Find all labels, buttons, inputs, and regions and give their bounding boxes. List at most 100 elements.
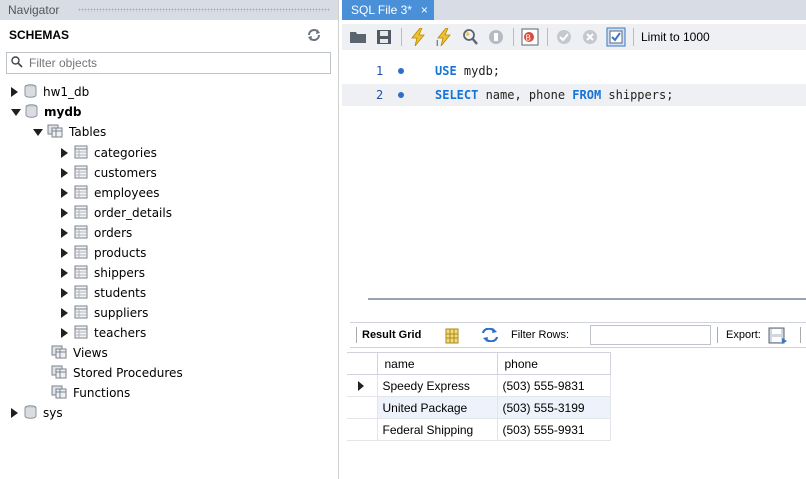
stop-icon[interactable] [486, 27, 506, 47]
database-icon [24, 404, 37, 422]
table-item-products[interactable]: products [61, 243, 146, 263]
collapse-arrow-icon[interactable] [33, 128, 43, 136]
expand-arrow-icon[interactable] [61, 188, 68, 198]
tab-label: SQL File 3* [351, 3, 412, 17]
expand-arrow-icon[interactable] [61, 308, 68, 318]
expand-arrow-icon[interactable] [61, 208, 68, 218]
table-label: shippers [94, 266, 145, 280]
close-icon[interactable]: × [421, 3, 428, 17]
expand-arrow-icon[interactable] [61, 168, 68, 178]
grid-view-icon[interactable] [445, 328, 459, 347]
export-icon[interactable] [768, 326, 788, 349]
editor-results-splitter[interactable] [368, 298, 806, 300]
table-item-categories[interactable]: categories [61, 143, 157, 163]
stored-procedures-folder[interactable]: Stored Procedures [51, 363, 183, 383]
navigator-title: Navigator [8, 3, 60, 17]
export-label: Export: [726, 329, 761, 341]
table-item-orders[interactable]: orders [61, 223, 132, 243]
folder-views-icon [51, 345, 67, 362]
table-label: categories [94, 146, 157, 160]
column-header[interactable]: phone [496, 352, 611, 375]
table-icon [74, 325, 88, 342]
open-folder-icon[interactable] [348, 27, 368, 47]
code-text: SELECT name, phone FROM shippers; [435, 88, 673, 102]
table-icon [74, 145, 88, 162]
filter-objects-input[interactable] [29, 55, 325, 71]
schema-label: mydb [44, 105, 82, 119]
tables-folder[interactable]: Tables [33, 122, 106, 142]
expand-arrow-icon[interactable] [61, 228, 68, 238]
filter-rows-label: Filter Rows: [511, 329, 570, 341]
table-row[interactable]: Speedy Express (503) 555-9831 [347, 374, 611, 397]
expand-arrow-icon[interactable] [61, 248, 68, 258]
editor-toolbar: I B Limit to 1000 [342, 24, 806, 50]
execute-current-icon[interactable]: I [434, 27, 454, 47]
row-gutter[interactable] [347, 396, 378, 419]
table-label: customers [94, 166, 157, 180]
views-folder[interactable]: Views [51, 343, 108, 363]
table-cell[interactable]: United Package [376, 396, 498, 419]
table-row[interactable]: United Package (503) 555-3199 [347, 396, 611, 419]
sql-text: mydb; [456, 64, 501, 78]
refresh-icon[interactable] [307, 29, 321, 41]
schema-hw1-db[interactable]: hw1_db [11, 82, 89, 102]
result-grid-tab[interactable]: Result Grid [362, 329, 421, 341]
schema-mydb[interactable]: mydb [11, 102, 82, 122]
schemas-label: SCHEMAS [9, 28, 70, 42]
expand-arrow-icon[interactable] [61, 288, 68, 298]
expand-arrow-icon[interactable] [11, 408, 18, 418]
functions-folder[interactable]: Functions [51, 383, 130, 403]
table-cell[interactable]: (503) 555-9931 [496, 418, 611, 441]
expand-arrow-icon[interactable] [61, 328, 68, 338]
filter-rows-input[interactable] [590, 325, 711, 345]
code-editor[interactable]: 1 USE mydb; 2 SELECT name, phone FROM sh… [342, 54, 806, 294]
table-label: products [94, 246, 147, 260]
toggle-error-icon[interactable]: B [520, 27, 540, 47]
tab-sql-file-3[interactable]: SQL File 3* × [342, 0, 434, 20]
expand-arrow-icon[interactable] [61, 268, 68, 278]
expand-arrow-icon[interactable] [11, 87, 18, 97]
table-cell[interactable]: Federal Shipping [376, 418, 498, 441]
table-cell[interactable]: (503) 555-9831 [496, 374, 611, 397]
table-label: employees [94, 186, 160, 200]
row-gutter[interactable] [347, 374, 378, 397]
table-cell[interactable]: Speedy Express [376, 374, 498, 397]
limit-rows-select[interactable]: Limit to 1000 [641, 30, 710, 44]
table-item-students[interactable]: students [61, 283, 146, 303]
result-grid[interactable]: name phone Speedy Express (503) 555-9831… [347, 352, 612, 441]
table-label: suppliers [94, 306, 149, 320]
table-item-order-details[interactable]: order_details [61, 203, 172, 223]
table-item-suppliers[interactable]: suppliers [61, 303, 148, 323]
save-icon[interactable] [374, 27, 394, 47]
code-line-1[interactable]: 1 USE mydb; [342, 60, 806, 82]
table-item-teachers[interactable]: teachers [61, 323, 146, 343]
expand-arrow-icon[interactable] [61, 148, 68, 158]
table-cell[interactable]: (503) 555-3199 [496, 396, 611, 419]
line-number: 2 [376, 88, 384, 102]
code-line-2[interactable]: 2 SELECT name, phone FROM shippers; [342, 84, 806, 106]
sql-editor-area: SQL File 3* × I B Limit to 1000 1 USE my… [342, 0, 806, 479]
table-row[interactable]: Federal Shipping (503) 555-9931 [347, 418, 611, 441]
collapse-arrow-icon[interactable] [11, 108, 21, 116]
table-item-shippers[interactable]: shippers [61, 263, 145, 283]
table-item-customers[interactable]: customers [61, 163, 157, 183]
sql-keyword: SELECT [435, 88, 479, 102]
statement-marker-icon [398, 92, 404, 98]
row-gutter-header [347, 352, 378, 375]
row-gutter[interactable] [347, 418, 378, 441]
filter-objects-box[interactable] [6, 52, 331, 74]
table-icon [74, 265, 88, 282]
rollback-icon[interactable] [580, 27, 600, 47]
explain-magnifier-icon[interactable] [460, 27, 480, 47]
schema-sys[interactable]: sys [11, 403, 63, 423]
autocommit-toggle-icon[interactable] [606, 27, 626, 47]
table-label: order_details [94, 206, 172, 220]
table-icon [74, 205, 88, 222]
result-table: name phone Speedy Express (503) 555-9831… [347, 352, 611, 441]
execute-lightning-icon[interactable] [408, 27, 428, 47]
panel-grip[interactable] [78, 8, 330, 12]
column-header[interactable]: name [376, 352, 498, 375]
table-item-employees[interactable]: employees [61, 183, 159, 203]
commit-icon[interactable] [554, 27, 574, 47]
table-label: teachers [94, 326, 147, 340]
